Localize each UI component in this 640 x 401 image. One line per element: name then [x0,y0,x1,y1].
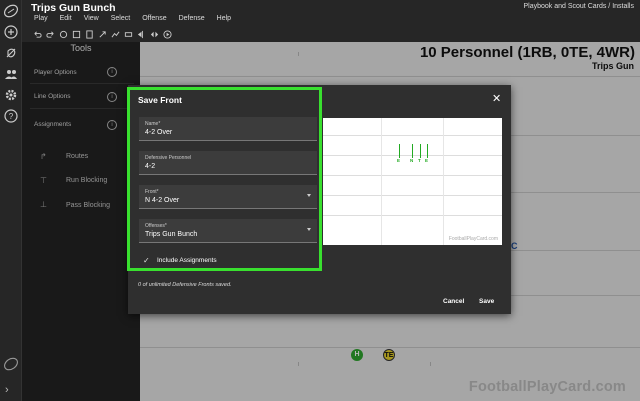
preview-player: E [425,158,429,163]
preview-watermark: FootballPlayCard.com [448,236,498,242]
play-title: Trips Gun Bunch [31,2,116,14]
preview-player: E [397,158,401,163]
preview-hash-line [381,118,382,245]
menu-help[interactable]: Help [217,15,231,22]
preview-arrow [427,144,428,158]
preview-yard-line [323,135,502,136]
close-icon[interactable]: ✕ [492,92,501,105]
play-icon[interactable] [162,29,173,40]
document-icon[interactable] [84,29,95,40]
preview-hash-line [443,118,444,245]
breadcrumb[interactable]: Playbook and Scout Cards / Installs [523,3,634,10]
preview-player: N [410,158,414,163]
print-icon[interactable] [123,29,134,40]
flip-icon[interactable] [136,29,147,40]
help-icon[interactable]: ? [4,109,18,123]
preview-arrow [399,144,400,158]
toolbar [32,29,173,40]
preview-player: T [418,158,421,163]
refresh-icon[interactable] [58,29,69,40]
redo-icon[interactable] [45,29,56,40]
team-icon[interactable] [4,67,18,81]
menu-select[interactable]: Select [111,15,130,22]
brand-logo-icon [3,356,19,372]
preview-arrow [412,144,413,158]
menu-edit[interactable]: Edit [60,15,72,22]
preview-yard-line [323,175,502,176]
saved-count-note: 0 of unlimited Defensive Fronts saved. [138,282,232,288]
save-button[interactable]: Save [479,298,494,305]
preview-yard-line [323,215,502,216]
menu-bar: Play Edit View Select Offense Defense He… [34,15,243,22]
app-logo-icon[interactable] [3,3,19,19]
settings-icon[interactable] [4,88,18,102]
preview-arrow [420,144,421,158]
expand-chevron-icon[interactable]: › [5,384,9,396]
front-preview: E N T E FootballPlayCard.com [323,118,502,245]
cancel-button[interactable]: Cancel [443,298,464,305]
save-icon[interactable] [71,29,82,40]
zigzag-icon[interactable] [110,29,121,40]
add-icon[interactable] [4,25,18,39]
left-icon-rail: ? › [0,0,22,401]
highlight-frame [127,87,322,271]
arrow-icon[interactable] [97,29,108,40]
menu-play[interactable]: Play [34,15,48,22]
menu-view[interactable]: View [84,15,99,22]
menu-defense[interactable]: Defense [179,15,205,22]
top-bar: Trips Gun Bunch Play Edit View Select Of… [22,0,640,42]
svg-text:?: ? [9,112,14,121]
undo-icon[interactable] [32,29,43,40]
preview-yard-line [323,195,502,196]
mirror-icon[interactable] [149,29,160,40]
menu-offense[interactable]: Offense [142,15,166,22]
playbook-icon[interactable] [4,46,18,60]
